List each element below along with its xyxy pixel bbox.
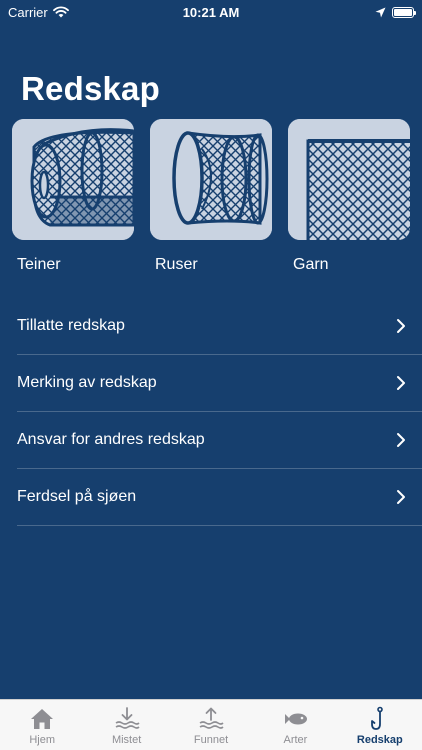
tab-bar: Hjem Mistet Funnet Arter Redskap	[0, 699, 422, 750]
status-left: Carrier	[8, 5, 69, 20]
chevron-right-icon	[397, 376, 405, 390]
fish-icon	[285, 713, 308, 725]
tab-label: Mistet	[111, 734, 142, 746]
tab-funnet[interactable]: Funnet	[169, 700, 253, 750]
battery-icon	[392, 6, 416, 18]
menu-item-ansvar-for-andres-redskap[interactable]: Ansvar for andres redskap	[17, 412, 422, 469]
gill-net-illustration	[288, 119, 410, 240]
tab-mistet[interactable]: Mistet	[84, 700, 168, 750]
tab-redskap[interactable]: Redskap	[338, 700, 422, 750]
tab-label: Arter	[283, 734, 308, 746]
menu-item-label: Tillatte redskap	[17, 317, 125, 334]
menu-item-label: Merking av redskap	[17, 374, 157, 391]
fishhook-icon	[370, 706, 383, 730]
menu-item-merking-av-redskap[interactable]: Merking av redskap	[17, 355, 422, 412]
category-label: Ruser	[155, 256, 198, 273]
chevron-right-icon	[397, 490, 405, 504]
carrier-label: Carrier	[8, 4, 48, 20]
info-menu-list: Tillatte redskap Merking av redskap Ansv…	[0, 298, 422, 526]
tab-arter[interactable]: Arter	[253, 700, 337, 750]
menu-item-label: Ansvar for andres redskap	[17, 431, 205, 448]
tab-label: Funnet	[193, 734, 229, 746]
fish-trap-illustration	[12, 119, 134, 240]
battery-level	[394, 8, 412, 16]
page-title: Redskap	[21, 70, 160, 107]
menu-item-label: Ferdsel på sjøen	[17, 488, 137, 505]
category-card-garn[interactable]: Garn	[288, 119, 410, 274]
found-upload-waves-icon	[199, 707, 224, 729]
category-card-teiner[interactable]: Teiner	[12, 119, 134, 274]
wifi-icon	[52, 6, 69, 18]
gear-category-cards: Teiner Ruser Garn	[12, 119, 410, 274]
location-arrow-icon	[375, 7, 386, 17]
status-right	[375, 6, 416, 18]
menu-item-tillatte-redskap[interactable]: Tillatte redskap	[17, 298, 422, 355]
fyke-net-illustration	[150, 119, 272, 240]
category-label: Garn	[293, 256, 329, 273]
tab-hjem[interactable]: Hjem	[0, 700, 84, 750]
tab-label: Redskap	[356, 734, 403, 746]
category-card-ruser[interactable]: Ruser	[150, 119, 272, 274]
chevron-right-icon	[397, 433, 405, 447]
menu-item-ferdsel-pa-sjoen[interactable]: Ferdsel på sjøen	[17, 469, 422, 526]
category-label: Teiner	[17, 256, 61, 273]
tab-label: Hjem	[29, 734, 56, 746]
lost-download-waves-icon	[115, 707, 140, 729]
chevron-right-icon	[397, 319, 405, 333]
status-bar: Carrier 10:21 AM	[0, 0, 422, 24]
home-icon	[31, 709, 54, 729]
